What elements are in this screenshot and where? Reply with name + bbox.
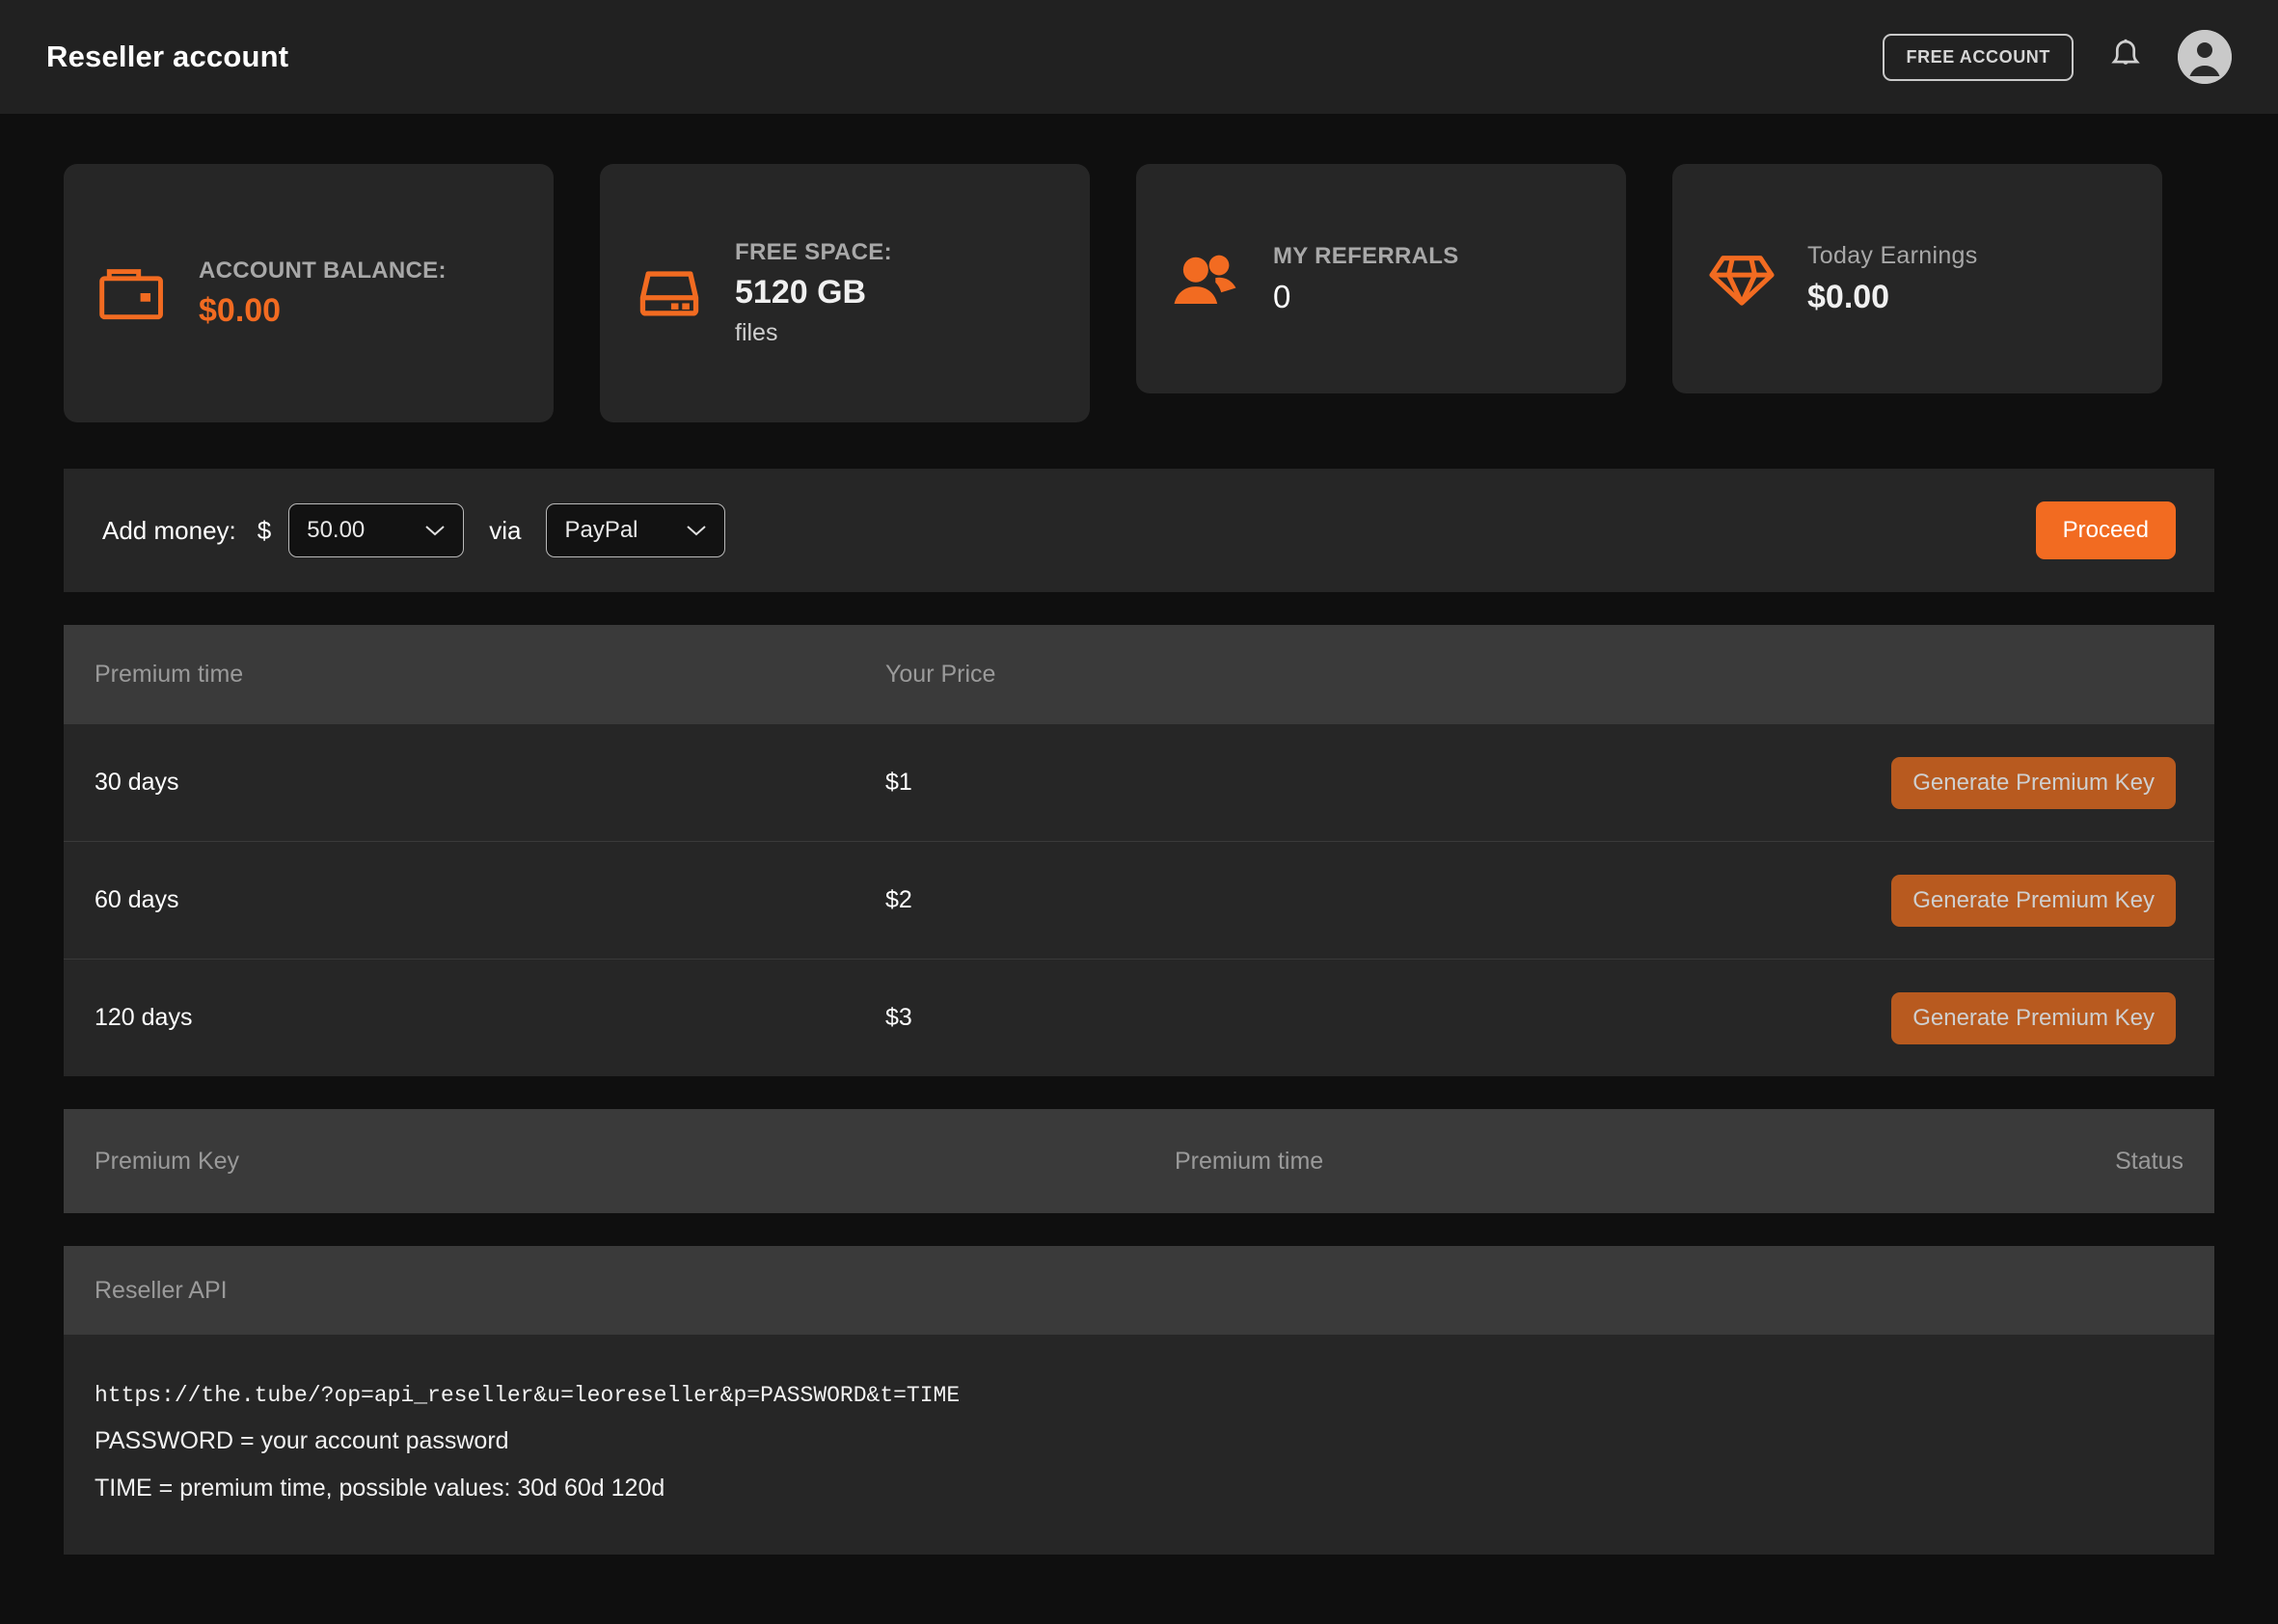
amount-select-value: 50.00 <box>307 517 366 543</box>
chevron-down-icon <box>424 524 446 537</box>
stat-card-label: Today Earnings <box>1807 242 1978 270</box>
reseller-api-section: Reseller API https://the.tube/?op=api_re… <box>64 1246 2214 1555</box>
premium-keys-table: Premium Key Premium time Status <box>64 1109 2214 1213</box>
table-row: 30 days $1 Generate Premium Key <box>64 723 2214 841</box>
user-avatar-icon[interactable] <box>2178 30 2232 84</box>
generate-premium-key-button[interactable]: Generate Premium Key <box>1891 991 2176 1044</box>
cell-action: Generate Premium Key <box>1809 756 2214 809</box>
table-row: 120 days $3 Generate Premium Key <box>64 959 2214 1076</box>
api-endpoint-url: https://the.tube/?op=api_reseller&u=leor… <box>95 1383 961 1408</box>
stat-card-my-referrals: MY REFERRALS 0 <box>1136 164 1626 393</box>
column-header-your-price: Your Price <box>885 660 996 688</box>
via-label: via <box>489 515 522 545</box>
table-row: 60 days $2 Generate Premium Key <box>64 841 2214 959</box>
stat-card-value: $0.00 <box>1807 278 1890 315</box>
page-title: Reseller account <box>46 40 289 73</box>
stat-card-today-earnings: Today Earnings $0.00 <box>1672 164 2162 393</box>
add-money-bar: Add money: $ 50.00 via PayPal Proceed <box>64 469 2214 592</box>
cell-your-price: $3 <box>885 1004 912 1031</box>
cell-premium-time: 120 days <box>95 1004 193 1031</box>
free-account-badge[interactable]: FREE ACCOUNT <box>1883 33 2074 81</box>
reseller-api-body: https://the.tube/?op=api_reseller&u=leor… <box>64 1335 2214 1555</box>
cell-action: Generate Premium Key <box>1809 991 2214 1044</box>
column-header-premium-time: Premium time <box>95 660 244 688</box>
payment-method-value: PayPal <box>564 517 638 543</box>
api-password-note: PASSWORD = your account password <box>95 1427 509 1454</box>
add-money-label: Add money: <box>102 515 236 545</box>
wallet-icon <box>96 263 170 323</box>
currency-symbol: $ <box>257 515 272 545</box>
stat-card-label: MY REFERRALS <box>1273 243 1459 270</box>
hard-drive-icon <box>633 263 706 323</box>
generate-premium-key-button[interactable]: Generate Premium Key <box>1891 756 2176 809</box>
stat-card-account-balance: ACCOUNT BALANCE: $0.00 <box>64 164 554 422</box>
payment-method-select[interactable]: PayPal <box>546 503 726 557</box>
page-content: ACCOUNT BALANCE: $0.00 FREE SPACE: 5120 … <box>0 114 2278 1555</box>
api-time-note: TIME = premium time, possible values: 30… <box>95 1475 665 1502</box>
cell-action: Generate Premium Key <box>1809 874 2214 927</box>
pricing-table: Premium time Your Price 30 days $1 Gener… <box>64 625 2214 1076</box>
proceed-button[interactable]: Proceed <box>2035 501 2176 559</box>
stat-cards: ACCOUNT BALANCE: $0.00 FREE SPACE: 5120 … <box>64 114 2214 422</box>
column-header-status: Status <box>2115 1147 2183 1175</box>
chevron-down-icon <box>686 524 707 537</box>
stat-card-value: 0 <box>1273 278 1291 314</box>
amount-select[interactable]: 50.00 <box>288 503 465 557</box>
stat-card-sublabel: files <box>735 319 778 347</box>
cell-your-price: $1 <box>885 769 912 796</box>
diamond-icon <box>1705 249 1778 309</box>
premium-keys-table-header: Premium Key Premium time Status <box>64 1109 2214 1213</box>
column-header-premium-key: Premium Key <box>95 1147 240 1175</box>
reseller-api-header: Reseller API <box>64 1246 2214 1335</box>
cell-premium-time: 60 days <box>95 886 179 913</box>
generate-premium-key-button[interactable]: Generate Premium Key <box>1891 874 2176 927</box>
stat-card-label: ACCOUNT BALANCE: <box>199 257 447 284</box>
column-header-premium-time: Premium time <box>1175 1147 1324 1175</box>
stat-card-free-space: FREE SPACE: 5120 GB files <box>600 164 1090 422</box>
stat-card-label: FREE SPACE: <box>735 238 892 265</box>
cell-premium-time: 30 days <box>95 769 179 796</box>
users-icon <box>1169 251 1244 307</box>
cell-your-price: $2 <box>885 886 912 913</box>
header-actions: FREE ACCOUNT <box>1883 30 2232 84</box>
app-header: Reseller account FREE ACCOUNT <box>0 0 2278 114</box>
stat-card-value: 5120 GB <box>735 273 867 311</box>
stat-card-value: $0.00 <box>199 291 282 329</box>
bell-icon[interactable] <box>2108 38 2143 76</box>
pricing-table-header: Premium time Your Price <box>64 625 2214 723</box>
